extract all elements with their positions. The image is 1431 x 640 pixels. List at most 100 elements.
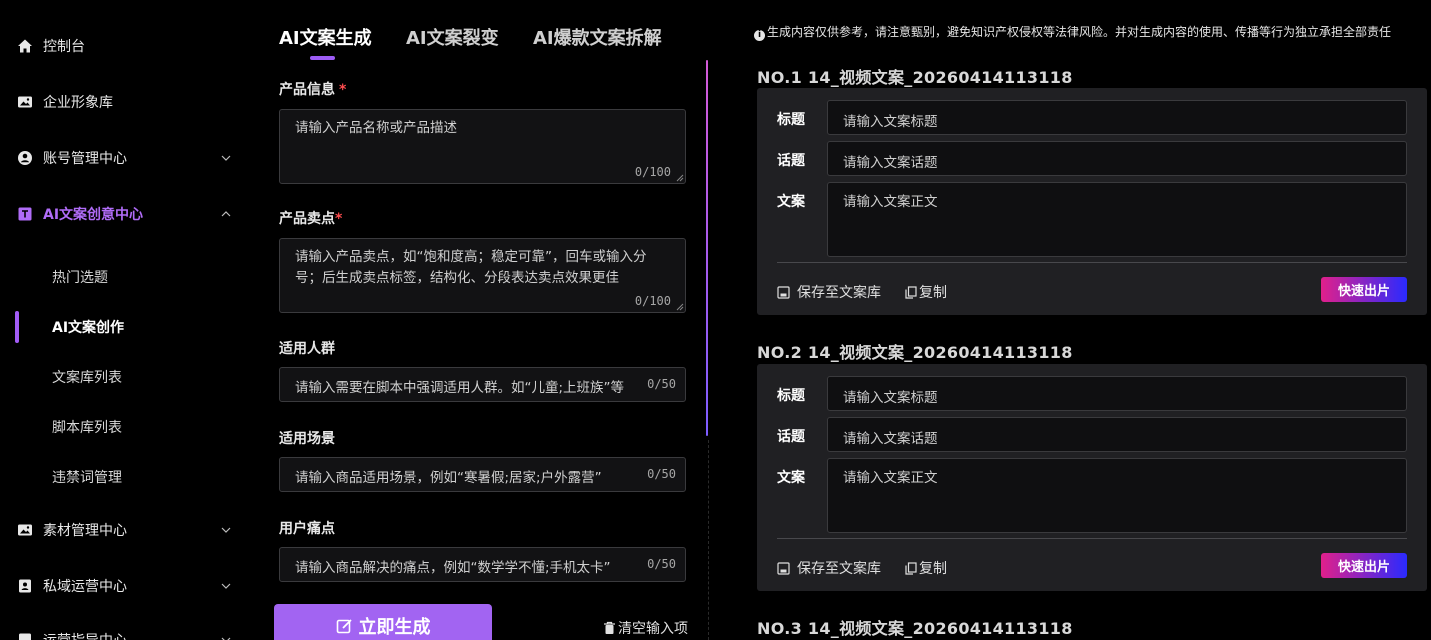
placeholder: 请输入产品名称或产品描述 xyxy=(295,120,457,136)
chevron-down-icon xyxy=(221,527,231,533)
placeholder: 请输入商品适用场景，例如“寒暑假;居家;户外露营” xyxy=(295,470,602,486)
product-info-textarea[interactable]: 请输入产品名称或产品描述 0/100 xyxy=(279,109,686,184)
clear-inputs-button[interactable]: 清空输入项 xyxy=(603,618,688,638)
copy-topic-input[interactable]: 请输入文案话题 xyxy=(827,141,1407,176)
copy-title-input[interactable]: 请输入文案标题 xyxy=(827,376,1407,411)
info-icon: i xyxy=(754,30,765,41)
copy-body-textarea[interactable]: 请输入文案正文 xyxy=(827,182,1407,257)
result-card: 标题 请输入文案标题 话题 请输入文案话题 文案 请输入文案正文 保存至文案库 … xyxy=(757,364,1427,591)
body-label: 文案 xyxy=(777,194,805,210)
disclaimer-notice: i 生成内容仅供参考，请注意甄别，避免知识产权侵权等法律风险。并对生成内容的使用、… xyxy=(754,25,1426,41)
required-mark: * xyxy=(339,82,347,98)
active-tab-indicator xyxy=(310,56,335,60)
copy-topic-input[interactable]: 请输入文案话题 xyxy=(827,417,1407,452)
sidebar-item-label: 账号管理中心 xyxy=(43,151,127,167)
active-indicator xyxy=(15,311,19,343)
placeholder: 请输入商品解决的痛点，例如“数学学不懂;手机太卡” xyxy=(295,560,611,576)
copy-title-input[interactable]: 请输入文案标题 xyxy=(827,100,1407,135)
sidebar-item-account-center[interactable]: 账号管理中心 xyxy=(0,138,258,178)
copy-body-textarea[interactable]: 请输入文案正文 xyxy=(827,458,1407,533)
save-icon xyxy=(777,561,790,575)
topic-label: 话题 xyxy=(777,429,805,445)
resize-handle-icon[interactable] xyxy=(676,303,684,311)
chevron-down-icon xyxy=(221,583,231,589)
sidebar-item-ai-copy-center[interactable]: AI文案创意中心 xyxy=(0,194,258,234)
product-info-label: 产品信息 * xyxy=(279,82,347,98)
required-mark: * xyxy=(335,211,343,227)
char-count: 0/50 xyxy=(647,557,676,571)
guide-icon xyxy=(17,632,33,640)
scenario-input[interactable]: 请输入商品适用场景，例如“寒暑假;居家;户外露营” 0/50 xyxy=(279,457,686,492)
topic-label: 话题 xyxy=(777,153,805,169)
scenario-label: 适用场景 xyxy=(279,431,335,447)
selling-points-textarea[interactable]: 请输入产品卖点，如“饱和度高；稳定可靠”，回车或输入分号；后生成卖点标签，结构化… xyxy=(279,238,686,313)
copy-button[interactable]: 复制 xyxy=(905,282,947,302)
sidebar-subitem-ai-copy-creation[interactable]: AI文案创作 xyxy=(0,309,258,345)
panel-divider xyxy=(708,440,709,640)
sidebar-item-brand-library[interactable]: 企业形象库 xyxy=(0,82,258,122)
chevron-down-icon xyxy=(221,155,231,161)
pain-points-label: 用户痛点 xyxy=(279,521,335,537)
char-count: 0/50 xyxy=(647,377,676,391)
tab-ai-copy-fission[interactable]: AI文案裂变 xyxy=(406,24,499,50)
home-icon xyxy=(17,38,33,54)
audience-input[interactable]: 请输入需要在脚本中强调适用人群。如“儿童;上班族”等 0/50 xyxy=(279,367,686,402)
sidebar-item-ops-guide-center[interactable]: 运营指导中心 xyxy=(0,620,258,640)
save-to-library-button[interactable]: 保存至文案库 xyxy=(777,282,881,302)
result-title: NO.1 14_视频文案_20260414113118 xyxy=(757,68,1073,87)
sidebar-subitem-label: AI文案创作 xyxy=(52,320,125,336)
sidebar-item-label: AI文案创意中心 xyxy=(43,207,144,223)
copy-button[interactable]: 复制 xyxy=(905,558,947,578)
char-count: 0/50 xyxy=(647,467,676,481)
sidebar-item-label: 控制台 xyxy=(43,39,85,55)
sidebar-item-material-center[interactable]: 素材管理中心 xyxy=(0,510,258,550)
image-folder-icon xyxy=(17,94,33,110)
char-count: 0/100 xyxy=(634,294,671,308)
result-card: 标题 请输入文案标题 话题 请输入文案话题 文案 请输入文案正文 保存至文案库 … xyxy=(757,88,1427,315)
pain-points-input[interactable]: 请输入商品解决的痛点，例如“数学学不懂;手机太卡” 0/50 xyxy=(279,547,686,582)
copy-icon xyxy=(905,561,917,575)
result-title: NO.2 14_视频文案_20260414113118 xyxy=(757,343,1073,362)
copy-icon xyxy=(905,285,917,299)
sidebar-subitem-banned-words[interactable]: 违禁词管理 xyxy=(0,459,258,495)
sidebar-subitem-script-library[interactable]: 脚本库列表 xyxy=(0,409,258,445)
user-circle-icon xyxy=(17,150,33,166)
text-box-icon xyxy=(17,206,33,222)
audience-label: 适用人群 xyxy=(279,341,335,357)
sidebar-subitem-label: 热门选题 xyxy=(52,270,108,286)
title-label: 标题 xyxy=(777,112,805,128)
sidebar-subitem-copy-library[interactable]: 文案库列表 xyxy=(0,359,258,395)
placeholder: 请输入需要在脚本中强调适用人群。如“儿童;上班族”等 xyxy=(295,380,625,396)
image-folder-icon xyxy=(17,522,33,538)
tab-ai-copy-generate[interactable]: AI文案生成 xyxy=(279,24,372,50)
char-count: 0/100 xyxy=(634,165,671,179)
generate-button[interactable]: 立即生成 xyxy=(274,604,492,640)
title-label: 标题 xyxy=(777,388,805,404)
save-to-library-button[interactable]: 保存至文案库 xyxy=(777,558,881,578)
trash-icon xyxy=(604,621,615,634)
divider xyxy=(777,262,1407,263)
placeholder: 请输入产品卖点，如“饱和度高；稳定可靠”，回车或输入分号；后生成卖点标签，结构化… xyxy=(295,249,647,286)
selling-points-label: 产品卖点* xyxy=(279,211,343,227)
body-label: 文案 xyxy=(777,470,805,486)
chevron-up-icon xyxy=(221,211,231,217)
quick-video-button[interactable]: 快速出片 xyxy=(1321,277,1407,302)
sidebar-item-label: 私域运营中心 xyxy=(43,579,127,595)
sidebar-item-label: 运营指导中心 xyxy=(43,630,127,640)
sidebar: 控制台 企业形象库 账号管理中心 AI文案创意中心 热门选题 AI文案创作 文案… xyxy=(0,0,258,640)
save-icon xyxy=(777,285,790,299)
chevron-down-icon xyxy=(221,637,231,640)
contact-book-icon xyxy=(17,578,33,594)
edit-icon xyxy=(336,618,352,633)
sidebar-subitem-label: 违禁词管理 xyxy=(52,470,122,486)
form-scrollbar[interactable] xyxy=(706,60,708,436)
sidebar-item-private-domain-center[interactable]: 私域运营中心 xyxy=(0,566,258,606)
divider xyxy=(777,538,1407,539)
sidebar-item-dashboard[interactable]: 控制台 xyxy=(0,26,258,66)
sidebar-subitem-label: 脚本库列表 xyxy=(52,420,122,436)
tab-ai-viral-breakdown[interactable]: AI爆款文案拆解 xyxy=(533,24,662,50)
sidebar-subitem-hot-topics[interactable]: 热门选题 xyxy=(0,259,258,295)
quick-video-button[interactable]: 快速出片 xyxy=(1321,553,1407,578)
sidebar-subitem-label: 文案库列表 xyxy=(52,370,122,386)
resize-handle-icon[interactable] xyxy=(676,174,684,182)
